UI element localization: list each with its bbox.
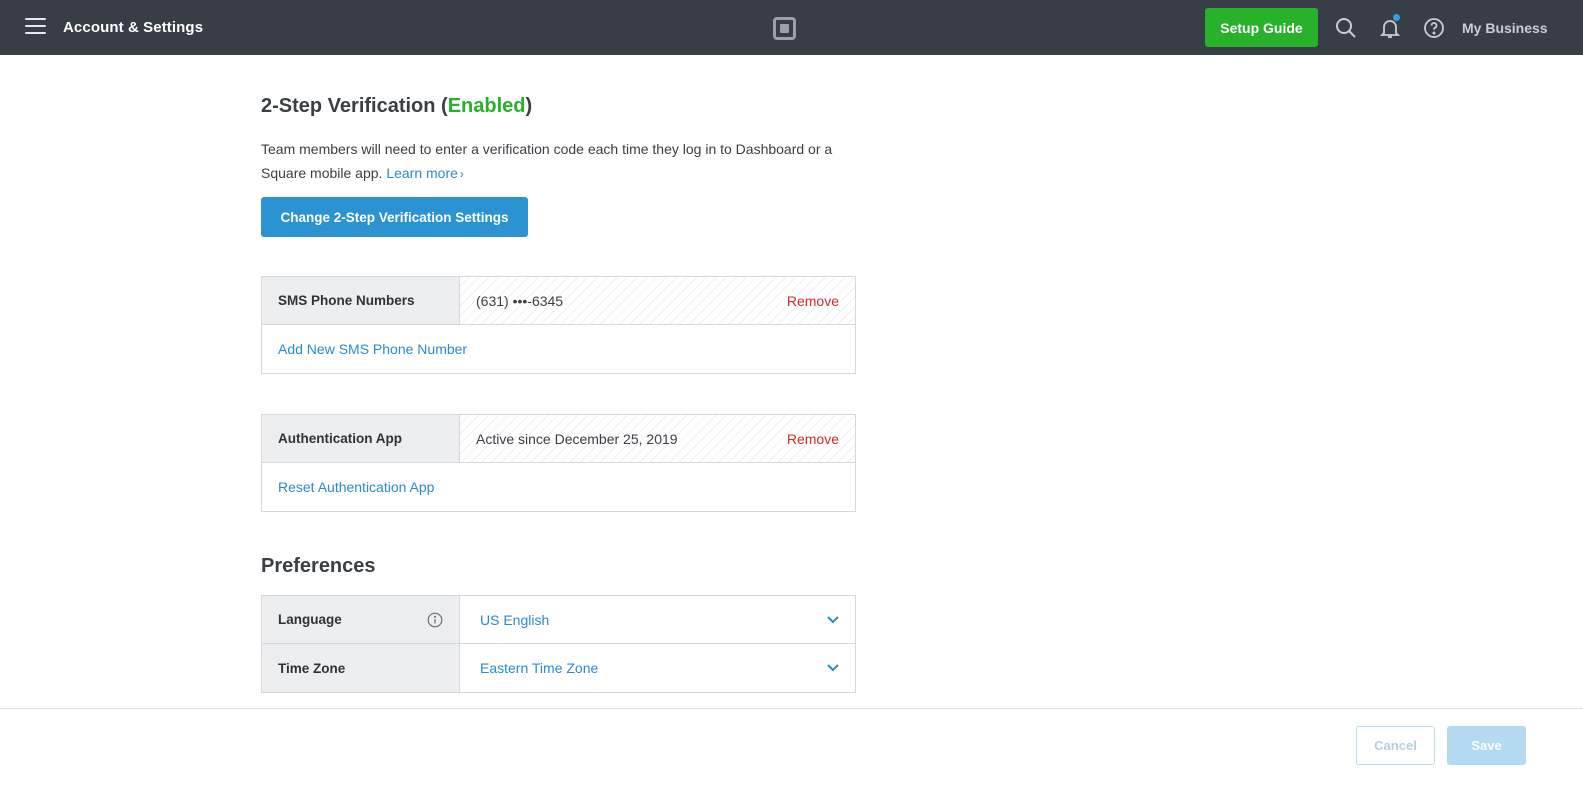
setup-guide-button[interactable]: Setup Guide <box>1205 8 1318 47</box>
reset-auth-app-row: Reset Authentication App <box>262 463 855 511</box>
app-title: Account & Settings <box>63 19 204 36</box>
auth-app-value-cell: Active since December 25, 2019 Remove <box>460 415 855 462</box>
business-menu[interactable]: My Business <box>1462 20 1548 36</box>
square-logo-icon[interactable] <box>773 17 796 40</box>
notification-badge <box>1393 14 1400 21</box>
timezone-row: Time Zone Eastern Time Zone <box>262 644 855 692</box>
action-footer: Cancel Save <box>0 708 1583 786</box>
notification-bell-icon[interactable] <box>1378 14 1402 40</box>
add-sms-row: Add New SMS Phone Number <box>262 325 855 373</box>
info-icon[interactable] <box>427 612 443 628</box>
save-button[interactable]: Save <box>1447 726 1526 765</box>
cancel-button[interactable]: Cancel <box>1356 726 1435 765</box>
two-step-description: Team members will need to enter a verifi… <box>261 141 833 181</box>
sms-phone-panel: SMS Phone Numbers (631) •••-6345 Remove … <box>261 276 856 374</box>
language-select[interactable]: US English <box>460 596 855 643</box>
sms-phone-value-cell: (631) •••-6345 Remove <box>460 277 855 324</box>
reset-auth-app-link[interactable]: Reset Authentication App <box>278 479 434 495</box>
hamburger-menu-icon[interactable] <box>25 18 46 36</box>
top-navigation-bar: Account & Settings Setup Guide My Busine… <box>0 0 1583 55</box>
chevron-right-icon: › <box>459 167 464 181</box>
chevron-down-icon <box>827 664 839 672</box>
two-step-status: Enabled <box>447 95 526 117</box>
help-icon[interactable] <box>1422 16 1446 40</box>
sms-phone-label: SMS Phone Numbers <box>262 277 460 324</box>
auth-app-panel: Authentication App Active since December… <box>261 414 856 512</box>
language-label: Language <box>262 596 460 643</box>
add-sms-phone-link[interactable]: Add New SMS Phone Number <box>278 341 467 357</box>
timezone-label: Time Zone <box>262 644 460 692</box>
timezone-select[interactable]: Eastern Time Zone <box>460 644 855 692</box>
auth-app-status: Active since December 25, 2019 <box>476 430 678 447</box>
preferences-panel: Language US English Time Zone Eastern Ti… <box>261 595 856 693</box>
search-icon[interactable] <box>1334 16 1358 40</box>
auth-app-row: Authentication App Active since December… <box>262 415 855 463</box>
sms-phone-row: SMS Phone Numbers (631) •••-6345 Remove <box>262 277 855 325</box>
learn-more-link[interactable]: Learn more › <box>386 165 464 181</box>
language-row: Language US English <box>262 596 855 644</box>
two-step-title: 2-Step Verification (Enabled) <box>261 95 533 117</box>
auth-app-label: Authentication App <box>262 415 460 462</box>
remove-sms-button[interactable]: Remove <box>787 293 839 309</box>
preferences-title: Preferences <box>261 555 376 577</box>
remove-auth-app-button[interactable]: Remove <box>787 431 839 447</box>
chevron-down-icon <box>827 615 839 623</box>
change-two-step-settings-button[interactable]: Change 2-Step Verification Settings <box>261 197 528 237</box>
sms-phone-number: (631) •••-6345 <box>476 292 564 309</box>
